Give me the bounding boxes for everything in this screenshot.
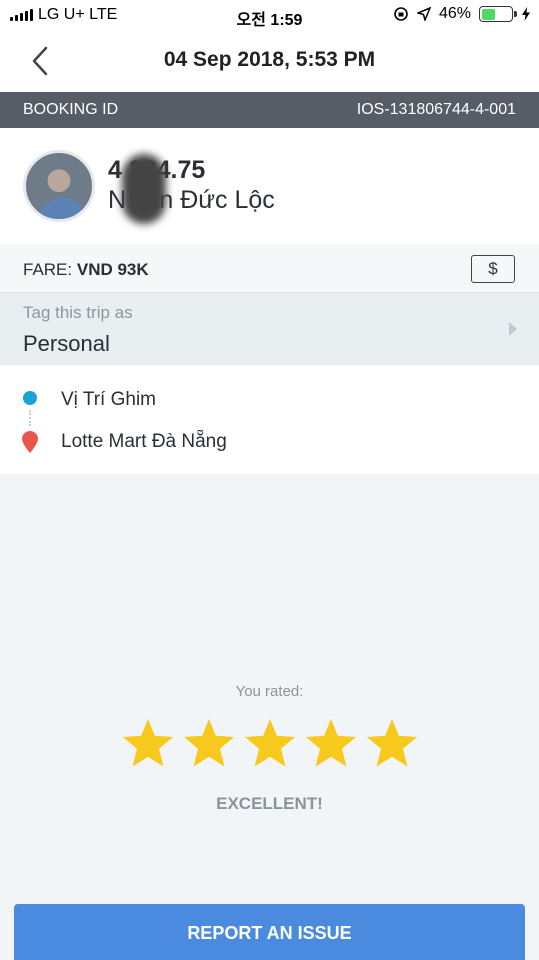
fare-amount: VND 93K xyxy=(76,260,149,279)
orientation-lock-icon xyxy=(394,7,408,21)
booking-id-label: BOOKING ID xyxy=(23,101,119,118)
star-icon xyxy=(367,719,417,767)
booking-id-value: IOS-131806744-4-001 xyxy=(356,101,516,118)
chevron-right-icon xyxy=(509,322,517,336)
route-connector xyxy=(29,410,31,426)
star-icon xyxy=(306,719,356,767)
redaction-blur xyxy=(122,154,166,224)
battery-icon xyxy=(479,6,517,22)
tag-trip-selector[interactable]: Tag this trip as Personal xyxy=(0,293,539,365)
status-indicators: 46% xyxy=(393,5,531,23)
driver-card: 4 284.75 N yễn Đức Lộc xyxy=(0,128,539,244)
rated-label: You rated: xyxy=(235,683,304,700)
header: 04 Sep 2018, 5:53 PM xyxy=(0,32,539,92)
pickup-location: Vị Trí Ghim xyxy=(61,389,157,410)
star-icon xyxy=(184,719,234,767)
report-issue-button[interactable]: REPORT AN ISSUE xyxy=(14,904,525,960)
fare-label: FARE: xyxy=(23,260,73,279)
driver-avatar xyxy=(23,150,95,222)
location-icon xyxy=(416,7,431,21)
dropoff-pin-icon xyxy=(22,431,38,453)
route-card: Vị Trí Ghim Lotte Mart Đà Nẵng xyxy=(0,365,539,474)
dropoff-location: Lotte Mart Đà Nẵng xyxy=(61,431,227,452)
tag-trip-value: Personal xyxy=(23,331,110,356)
cash-icon: $ xyxy=(471,255,515,283)
charging-icon xyxy=(522,7,530,21)
status-bar: LG U+ LTE 오전 1:59 46% xyxy=(0,0,539,32)
fare-row: FARE: VND 93K $ xyxy=(0,244,539,293)
star-icon xyxy=(245,719,295,767)
tag-trip-label: Tag this trip as xyxy=(23,303,133,322)
star-icon xyxy=(123,719,173,767)
battery-level xyxy=(481,8,495,20)
rating-word: EXCELLENT! xyxy=(216,794,323,813)
booking-id-bar: BOOKING ID IOS-131806744-4-001 xyxy=(0,92,539,128)
page-title: 04 Sep 2018, 5:53 PM xyxy=(163,48,376,71)
pickup-dot-icon xyxy=(23,391,37,405)
fare-text: FARE: VND 93K xyxy=(23,260,149,280)
star-rating xyxy=(120,716,420,776)
battery-percent: 46% xyxy=(438,5,471,22)
